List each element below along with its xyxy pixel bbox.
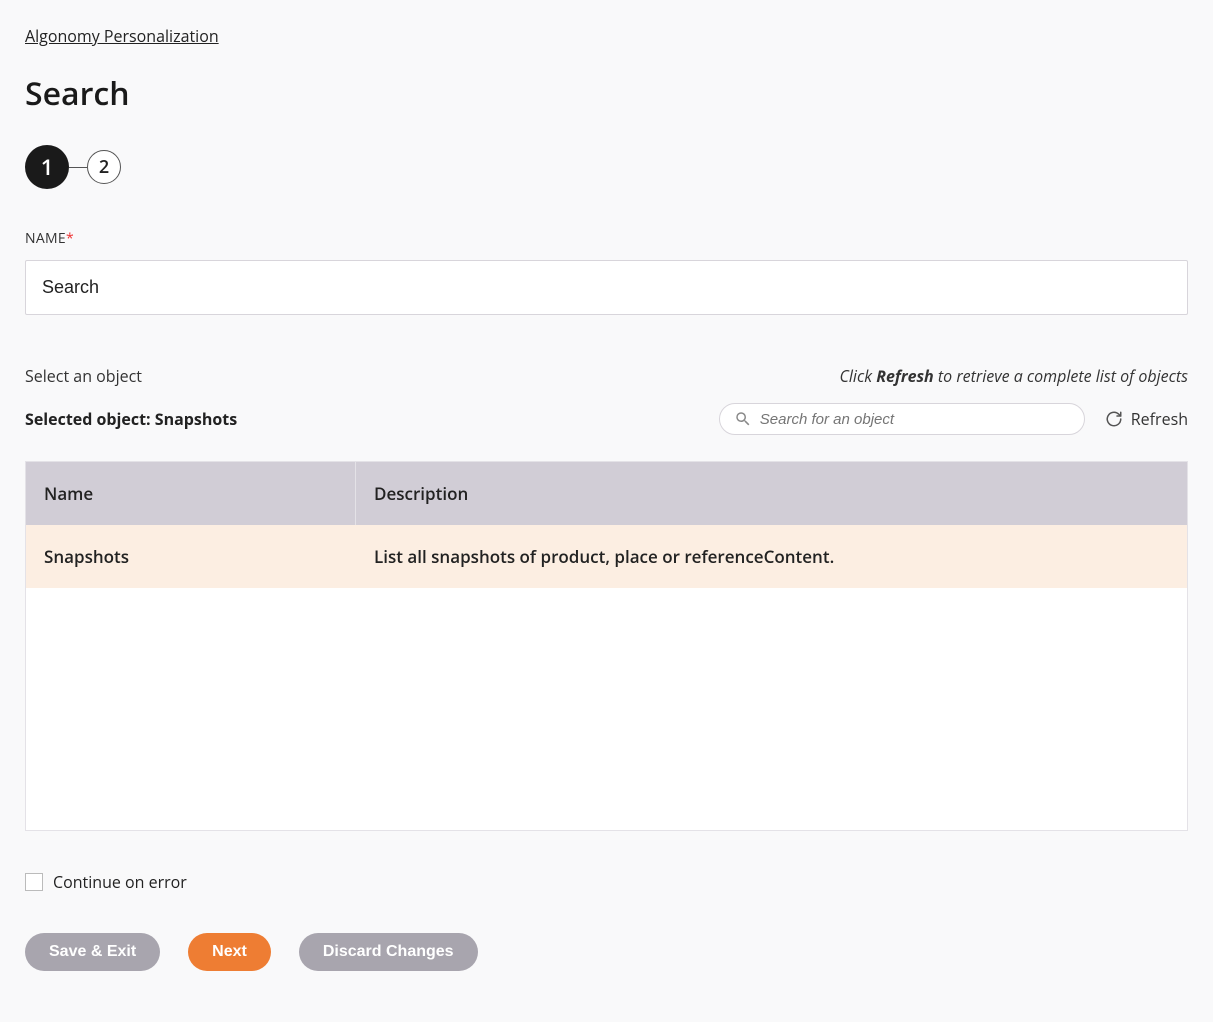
- continue-on-error-label: Continue on error: [53, 871, 187, 893]
- step-2[interactable]: 2: [87, 150, 121, 184]
- search-icon: [734, 410, 752, 428]
- cell-name: Snapshots: [26, 525, 356, 588]
- select-object-label: Select an object: [25, 365, 142, 387]
- cell-description: List all snapshots of product, place or …: [356, 525, 1187, 588]
- column-header-description[interactable]: Description: [356, 462, 1187, 525]
- stepper: 1 2: [25, 145, 1188, 189]
- next-button[interactable]: Next: [188, 933, 271, 971]
- selected-object-label: Selected object: Snapshots: [25, 408, 237, 430]
- object-search-input[interactable]: [760, 411, 1070, 428]
- continue-on-error-checkbox[interactable]: [25, 873, 43, 891]
- discard-button[interactable]: Discard Changes: [299, 933, 478, 971]
- breadcrumb-link[interactable]: Algonomy Personalization: [25, 25, 219, 47]
- page-title: Search: [25, 72, 1188, 115]
- column-header-name[interactable]: Name: [26, 462, 356, 525]
- step-connector: [69, 167, 87, 168]
- refresh-button[interactable]: Refresh: [1105, 408, 1188, 430]
- refresh-icon: [1105, 410, 1123, 428]
- table-row[interactable]: Snapshots List all snapshots of product,…: [26, 525, 1187, 588]
- name-field-label: NAME*: [25, 229, 1188, 248]
- save-exit-button[interactable]: Save & Exit: [25, 933, 160, 971]
- table-header: Name Description: [26, 462, 1187, 525]
- name-input[interactable]: [25, 260, 1188, 315]
- object-table: Name Description Snapshots List all snap…: [25, 461, 1188, 831]
- object-search-box[interactable]: [719, 403, 1085, 435]
- step-1[interactable]: 1: [25, 145, 69, 189]
- refresh-hint: Click Refresh to retrieve a complete lis…: [839, 365, 1188, 387]
